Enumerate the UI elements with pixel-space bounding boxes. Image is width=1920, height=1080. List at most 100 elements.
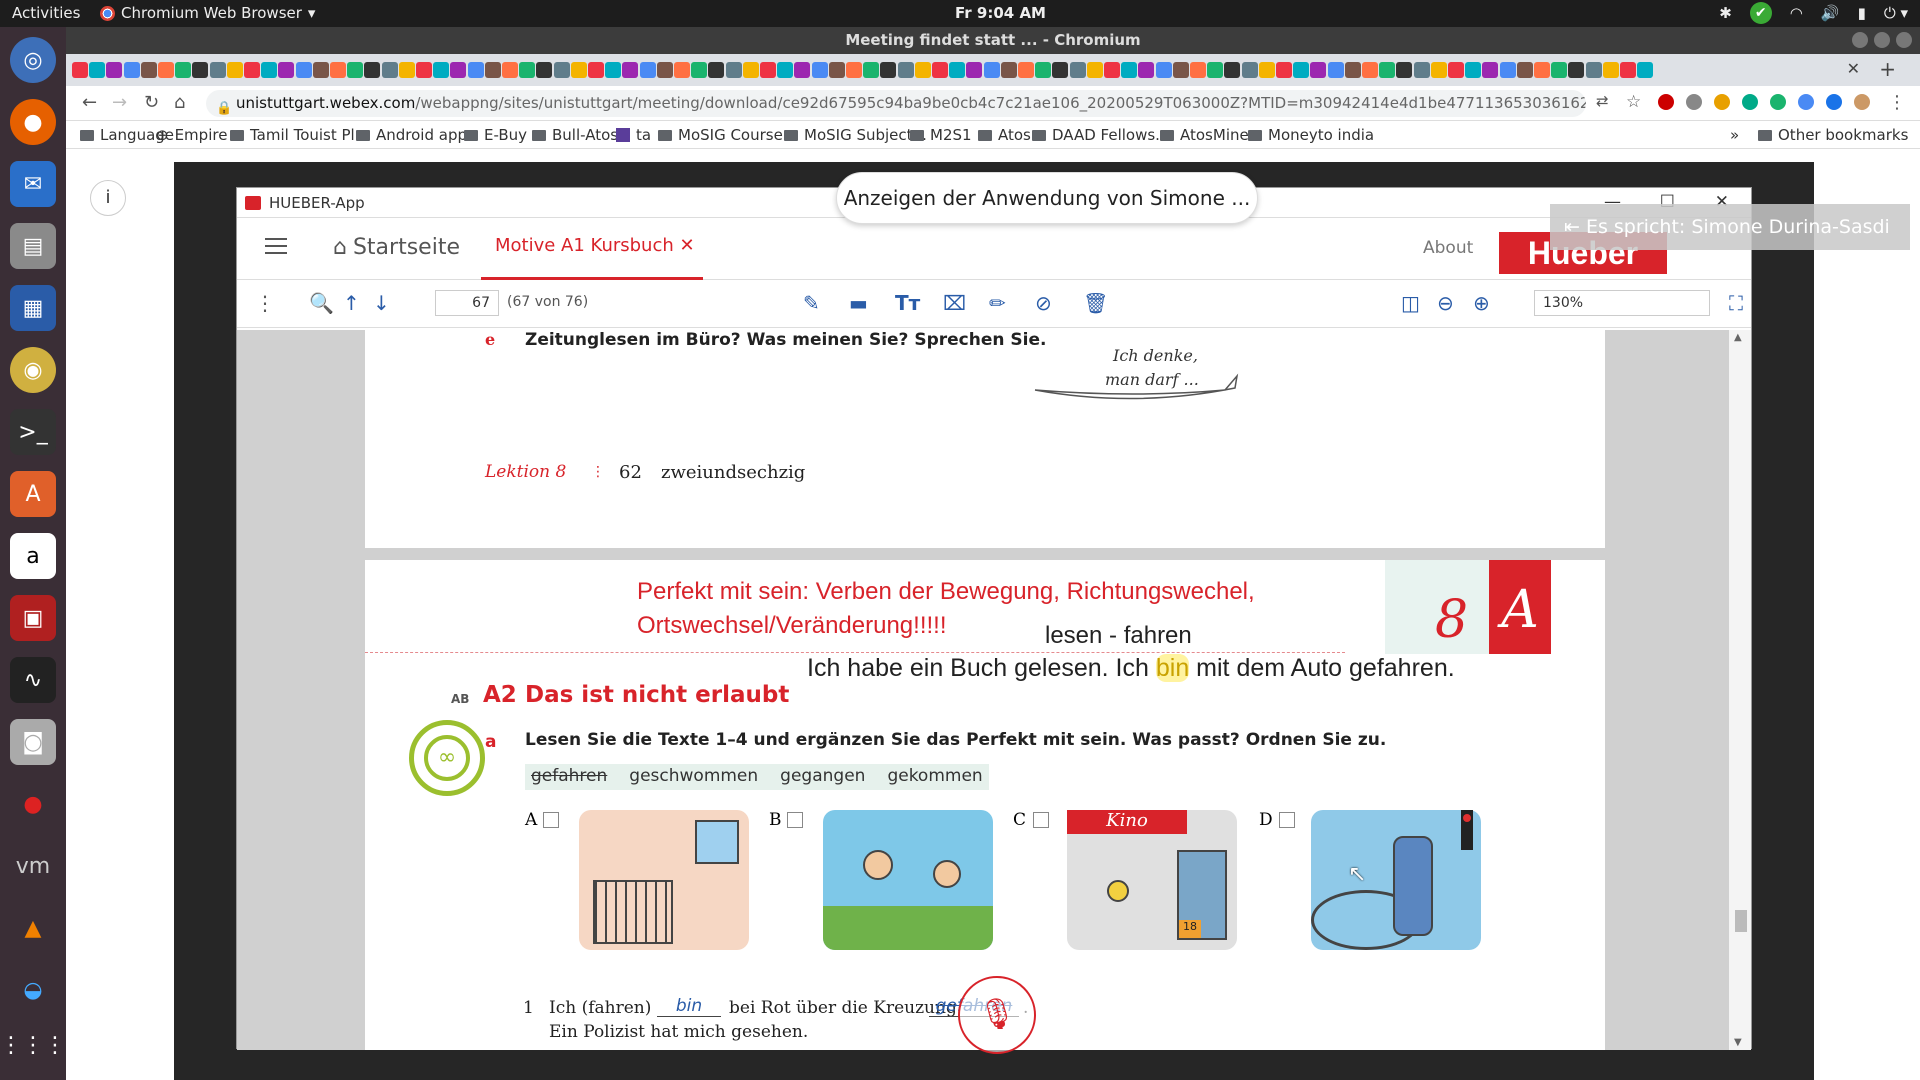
pinned-tab[interactable]: [656, 62, 673, 78]
pinned-tab[interactable]: [1241, 62, 1258, 78]
checkbox-a[interactable]: [543, 812, 559, 828]
pinned-tab[interactable]: [1499, 62, 1516, 78]
checkbox-b[interactable]: [787, 812, 803, 828]
pinned-tab[interactable]: [1155, 62, 1172, 78]
pinned-tab[interactable]: [484, 62, 501, 78]
adblock-icon[interactable]: [1658, 94, 1674, 110]
pinned-tab[interactable]: [398, 62, 415, 78]
pinned-tab[interactable]: [1362, 62, 1378, 78]
pinned-tab[interactable]: [1344, 62, 1361, 78]
pinned-tab[interactable]: [1516, 62, 1533, 78]
pinned-tab[interactable]: [1482, 62, 1499, 78]
new-tab-button[interactable]: +: [1879, 57, 1896, 81]
camera-dock-icon[interactable]: ◙: [10, 719, 56, 765]
bookmark-item[interactable]: Atos: [978, 126, 1031, 144]
pinned-tab[interactable]: [1448, 62, 1464, 78]
pinned-tab[interactable]: [1310, 62, 1327, 78]
pinned-tab[interactable]: [708, 62, 725, 78]
extension-icon[interactable]: [1798, 94, 1814, 110]
pinned-tab[interactable]: [192, 62, 209, 78]
remote-desktop-dock-icon[interactable]: ▣: [10, 595, 56, 641]
link-badge[interactable]: ∞: [409, 720, 485, 796]
cherry-dock-icon[interactable]: ●: [10, 781, 56, 827]
pinned-tab[interactable]: [1035, 62, 1052, 78]
pinned-tab[interactable]: [89, 62, 106, 78]
zoom-out-icon[interactable]: ⊖: [1437, 291, 1454, 315]
show-applications-icon[interactable]: ⋮⋮⋮: [0, 1022, 66, 1068]
pinned-tab[interactable]: [450, 62, 467, 78]
bookmark-item[interactable]: Moneyto india: [1248, 126, 1374, 144]
hamburger-menu-icon[interactable]: [265, 238, 287, 259]
pinned-tab[interactable]: [1637, 62, 1654, 78]
pinned-tab[interactable]: [123, 62, 140, 78]
bookmark-item[interactable]: AtosMine: [1160, 126, 1249, 144]
other-bookmarks[interactable]: Other bookmarks: [1758, 126, 1908, 144]
pinned-tab[interactable]: [175, 62, 192, 78]
address-bar[interactable]: 🔒 unistuttgart.webex.com/webappng/sites/…: [206, 90, 1586, 117]
zoom-input[interactable]: 130%: [1534, 290, 1710, 316]
pinned-tab[interactable]: [1104, 62, 1120, 78]
pinned-tab[interactable]: [777, 62, 794, 78]
more-options-icon[interactable]: ⋮: [255, 291, 275, 315]
bookmark-item[interactable]: M2S1: [910, 126, 972, 144]
pinned-tab[interactable]: [983, 62, 1000, 78]
tab-motive-a1[interactable]: Motive A1 Kursbuch ✕: [481, 218, 703, 280]
pinned-tab[interactable]: [295, 62, 312, 78]
pinned-tab[interactable]: [1465, 62, 1482, 78]
pinned-tab[interactable]: [863, 62, 880, 78]
extension-icon[interactable]: [1770, 94, 1786, 110]
pinned-tab[interactable]: [1172, 62, 1189, 78]
pinned-tab[interactable]: [72, 62, 88, 78]
zoom-in-icon[interactable]: ⊕: [1473, 291, 1490, 315]
pinned-tab[interactable]: [416, 62, 432, 78]
pinned-tab[interactable]: [467, 62, 484, 78]
document-viewer[interactable]: e Zeitunglesen im Büro? Was meinen Sie? …: [237, 330, 1751, 1050]
files-dock-icon[interactable]: ▤: [10, 223, 56, 269]
pinned-tab[interactable]: [433, 62, 450, 78]
text-box-icon[interactable]: ⌧: [943, 291, 966, 315]
pinned-tab[interactable]: [794, 62, 811, 78]
pinned-tab[interactable]: [1602, 62, 1619, 78]
pinned-tab[interactable]: [106, 62, 123, 78]
close-window-button[interactable]: [1896, 32, 1912, 48]
pinned-tab[interactable]: [725, 62, 742, 78]
pinned-tab[interactable]: [1258, 62, 1275, 78]
pinned-tab[interactable]: [1207, 62, 1224, 78]
pinned-tab[interactable]: [1121, 62, 1138, 78]
webex-dock-icon[interactable]: ◒: [10, 967, 56, 1013]
reload-icon[interactable]: ↻: [144, 92, 159, 113]
back-icon[interactable]: ←: [82, 92, 97, 113]
pinned-tab[interactable]: [312, 62, 329, 78]
rhythmbox-dock-icon[interactable]: ◉: [10, 347, 56, 393]
hide-annotations-icon[interactable]: ⊘: [1035, 291, 1052, 315]
pinned-tab[interactable]: [811, 62, 828, 78]
firefox-dock-icon[interactable]: ●: [10, 99, 56, 145]
pinned-tab[interactable]: [674, 62, 690, 78]
scroll-down-icon[interactable]: ▼: [1734, 1037, 1742, 1048]
pinned-tab[interactable]: [226, 62, 243, 78]
fullscreen-icon[interactable]: ⛶: [1729, 291, 1743, 315]
profile-avatar[interactable]: [1854, 94, 1870, 110]
pinned-tab[interactable]: [330, 62, 346, 78]
pinned-tab[interactable]: [1327, 62, 1344, 78]
maximize-button[interactable]: [1874, 32, 1890, 48]
bookmark-item[interactable]: DAAD Fellows...: [1032, 126, 1169, 144]
pinned-tab[interactable]: [639, 62, 656, 78]
system-tray[interactable]: ✱ ✔ ◠ 🔊 ▮ ⏻ ▾: [1719, 2, 1908, 24]
pinned-tab[interactable]: [897, 62, 914, 78]
pinned-tab[interactable]: [1000, 62, 1017, 78]
thunderbird-dock-icon[interactable]: ✉: [10, 161, 56, 207]
translate-icon[interactable]: ⇄: [1596, 92, 1609, 110]
pinned-tab[interactable]: [519, 62, 536, 78]
software-center-dock-icon[interactable]: A: [10, 471, 56, 517]
page-number-input[interactable]: 67: [435, 290, 499, 316]
checkbox-c[interactable]: [1033, 812, 1049, 828]
collapse-icon[interactable]: ⇤: [1564, 216, 1586, 238]
pinned-tab[interactable]: [1620, 62, 1636, 78]
pinned-tab[interactable]: [742, 62, 759, 78]
terminal-dock-icon[interactable]: >_: [10, 409, 56, 455]
writer-dock-icon[interactable]: ▦: [10, 285, 56, 331]
pinned-tab[interactable]: [691, 62, 708, 78]
document-scrollbar[interactable]: ▲ ▼: [1729, 330, 1751, 1050]
activities-button[interactable]: Activities: [12, 4, 80, 22]
